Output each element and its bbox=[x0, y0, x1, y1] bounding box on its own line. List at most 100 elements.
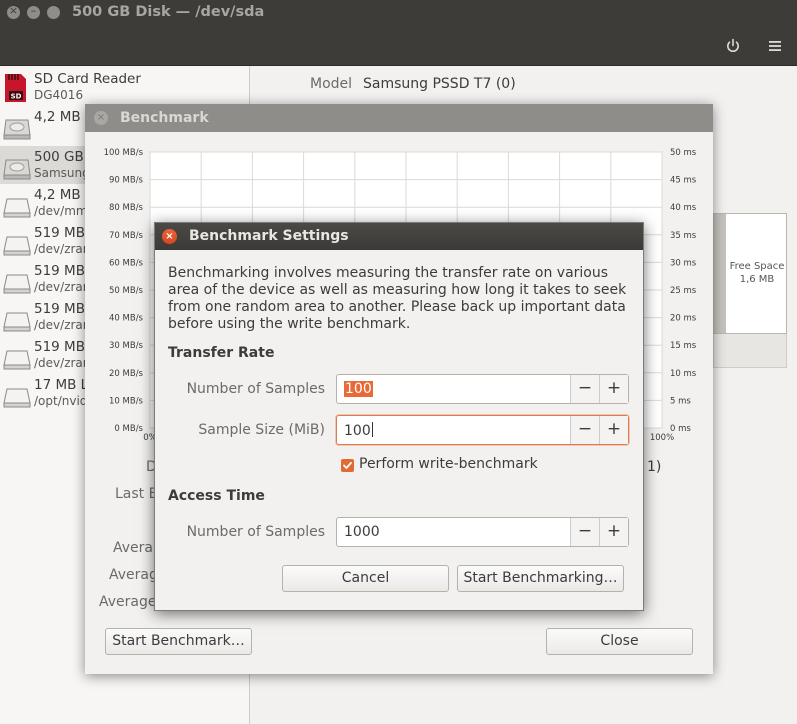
minus-icon: − bbox=[577, 521, 593, 541]
chart-left-tick-label: 40 MB/s bbox=[109, 314, 144, 324]
chart-right-tick-label: 15 ms bbox=[670, 341, 697, 351]
num-samples-input[interactable]: 100 bbox=[344, 381, 373, 397]
hard-disk-icon bbox=[3, 159, 31, 180]
menu-button[interactable] bbox=[759, 32, 791, 60]
drive-name: 4,2 MB I bbox=[34, 109, 89, 125]
average-read-label: Avera bbox=[113, 540, 153, 556]
benchmark-close-dialog-button[interactable]: Close bbox=[546, 628, 693, 655]
benchmark-titlebar: × Benchmark bbox=[85, 104, 713, 132]
num-samples-spinner[interactable]: 100 − + bbox=[336, 374, 629, 404]
volume-toolbar bbox=[713, 334, 787, 368]
minus-icon: − bbox=[577, 419, 593, 439]
num-samples-label: Number of Samples bbox=[186, 381, 325, 397]
sample-size-input-wrap[interactable]: 100 bbox=[344, 422, 373, 439]
minimize-icon: – bbox=[30, 4, 37, 17]
chart-left-tick-label: 80 MB/s bbox=[109, 203, 144, 213]
plus-icon: + bbox=[606, 378, 622, 398]
settings-titlebar: × Benchmark Settings bbox=[155, 223, 643, 250]
plus-icon: + bbox=[606, 521, 622, 541]
access-samples-decrement[interactable]: − bbox=[570, 518, 599, 546]
header-bar bbox=[0, 30, 797, 66]
volume-partition[interactable] bbox=[714, 214, 726, 333]
drive-subtitle: /dev/zrar bbox=[34, 280, 88, 294]
chart-right-tick-label: 40 ms bbox=[670, 203, 697, 213]
drive-icon bbox=[3, 236, 31, 256]
write-benchmark-label[interactable]: Perform write-benchmark bbox=[359, 456, 538, 472]
drive-name: 519 MB bbox=[34, 301, 85, 317]
drive-subtitle: /dev/zrar bbox=[34, 356, 88, 370]
chart-left-tick-label: 60 MB/s bbox=[109, 258, 144, 268]
model-value: Samsung PSSD T7 (0) bbox=[363, 76, 516, 92]
benchmark-settings-dialog: × Benchmark Settings Benchmarking involv… bbox=[154, 222, 644, 611]
sample-size-input[interactable]: 100 bbox=[344, 423, 371, 439]
settings-description: Benchmarking involves measuring the tran… bbox=[168, 265, 627, 332]
settings-title: Benchmark Settings bbox=[189, 228, 349, 244]
benchmark-close-button[interactable]: × bbox=[94, 111, 108, 125]
svg-text:SD: SD bbox=[11, 93, 22, 101]
start-benchmarking-button[interactable]: Start Benchmarking… bbox=[457, 565, 624, 592]
hamburger-menu-icon bbox=[769, 41, 781, 51]
chart-side-label-right: 1) bbox=[647, 459, 662, 475]
free-space-block[interactable]: Free Space 1,6 MB bbox=[726, 260, 788, 286]
chart-left-tick-label: 90 MB/s bbox=[109, 176, 144, 186]
chart-right-tick-label: 30 ms bbox=[670, 258, 697, 268]
drive-subtitle: /dev/zrar bbox=[34, 242, 88, 256]
benchmark-title: Benchmark bbox=[120, 110, 209, 126]
chart-left-tick-label: 10 MB/s bbox=[109, 396, 144, 406]
chart-left-tick-label: 20 MB/s bbox=[109, 369, 144, 379]
num-samples-decrement[interactable]: − bbox=[570, 375, 599, 403]
volume-map[interactable]: Free Space 1,6 MB bbox=[713, 213, 787, 334]
power-off-button[interactable] bbox=[717, 32, 749, 60]
text-cursor bbox=[371, 422, 373, 437]
sample-size-spinner[interactable]: 100 − + bbox=[336, 415, 629, 445]
power-icon bbox=[727, 38, 739, 53]
drive-name: SD Card Reader bbox=[34, 71, 141, 87]
window-close-button[interactable]: × bbox=[7, 4, 20, 19]
num-samples-increment[interactable]: + bbox=[599, 375, 628, 403]
chart-left-tick-label: 70 MB/s bbox=[109, 231, 144, 241]
drive-subtitle: /opt/nvid bbox=[34, 394, 88, 408]
access-samples-spinner[interactable]: 1000 − + bbox=[336, 517, 629, 547]
main-titlebar: × – 500 GB Disk — /dev/sda bbox=[0, 0, 797, 30]
settings-close-button[interactable]: × bbox=[162, 229, 177, 244]
drive-subtitle: DG4016 bbox=[34, 88, 84, 102]
free-space-size: 1,6 MB bbox=[739, 274, 775, 285]
chart-left-tick-label: 50 MB/s bbox=[109, 286, 144, 296]
window-maximize-button[interactable] bbox=[47, 6, 60, 19]
last-benchmark-label: Last B bbox=[115, 486, 159, 502]
chart-x-end-label: 100% bbox=[650, 433, 674, 443]
access-samples-increment[interactable]: + bbox=[599, 518, 628, 546]
window-minimize-button[interactable]: – bbox=[27, 4, 40, 19]
start-benchmark-button[interactable]: Start Benchmark… bbox=[105, 628, 252, 655]
drive-name: 17 MB L bbox=[34, 377, 89, 393]
average-write-label: Averag bbox=[109, 567, 158, 583]
drive-name: 519 MB bbox=[34, 263, 85, 279]
chart-left-tick-label: 30 MB/s bbox=[109, 341, 144, 351]
write-benchmark-checkbox[interactable] bbox=[341, 459, 354, 472]
chart-right-tick-label: 35 ms bbox=[670, 231, 697, 241]
sd-card-icon: SD bbox=[5, 74, 26, 102]
transfer-rate-heading: Transfer Rate bbox=[168, 345, 275, 361]
sample-size-increment[interactable]: + bbox=[599, 416, 628, 444]
chart-left-tick-label: 0 MB/s bbox=[114, 424, 143, 434]
sample-size-decrement[interactable]: − bbox=[570, 416, 599, 444]
access-time-heading: Access Time bbox=[168, 488, 265, 504]
sample-size-label: Sample Size (MiB) bbox=[198, 422, 325, 438]
checkmark-icon bbox=[343, 461, 352, 469]
close-icon: × bbox=[96, 112, 106, 123]
drive-subtitle: /dev/mm bbox=[34, 204, 88, 218]
cancel-button[interactable]: Cancel bbox=[282, 565, 449, 592]
chart-left-tick-label: 100 MB/s bbox=[104, 148, 144, 158]
average-access-label: Average bbox=[99, 594, 157, 610]
drive-icon bbox=[3, 274, 31, 294]
access-samples-label: Number of Samples bbox=[186, 524, 325, 540]
close-icon: × bbox=[8, 4, 19, 17]
drive-name: 519 MB bbox=[34, 225, 85, 241]
drive-icon bbox=[3, 388, 31, 408]
sidebar-item-sd-card-reader[interactable]: SD SD Card Reader DG4016 bbox=[0, 68, 250, 106]
drive-name: 4,2 MB I bbox=[34, 187, 89, 203]
access-samples-input[interactable]: 1000 bbox=[344, 524, 380, 540]
drive-name: 519 MB bbox=[34, 339, 85, 355]
chart-right-tick-label: 25 ms bbox=[670, 286, 697, 296]
chart-right-tick-label: 50 ms bbox=[670, 148, 697, 158]
